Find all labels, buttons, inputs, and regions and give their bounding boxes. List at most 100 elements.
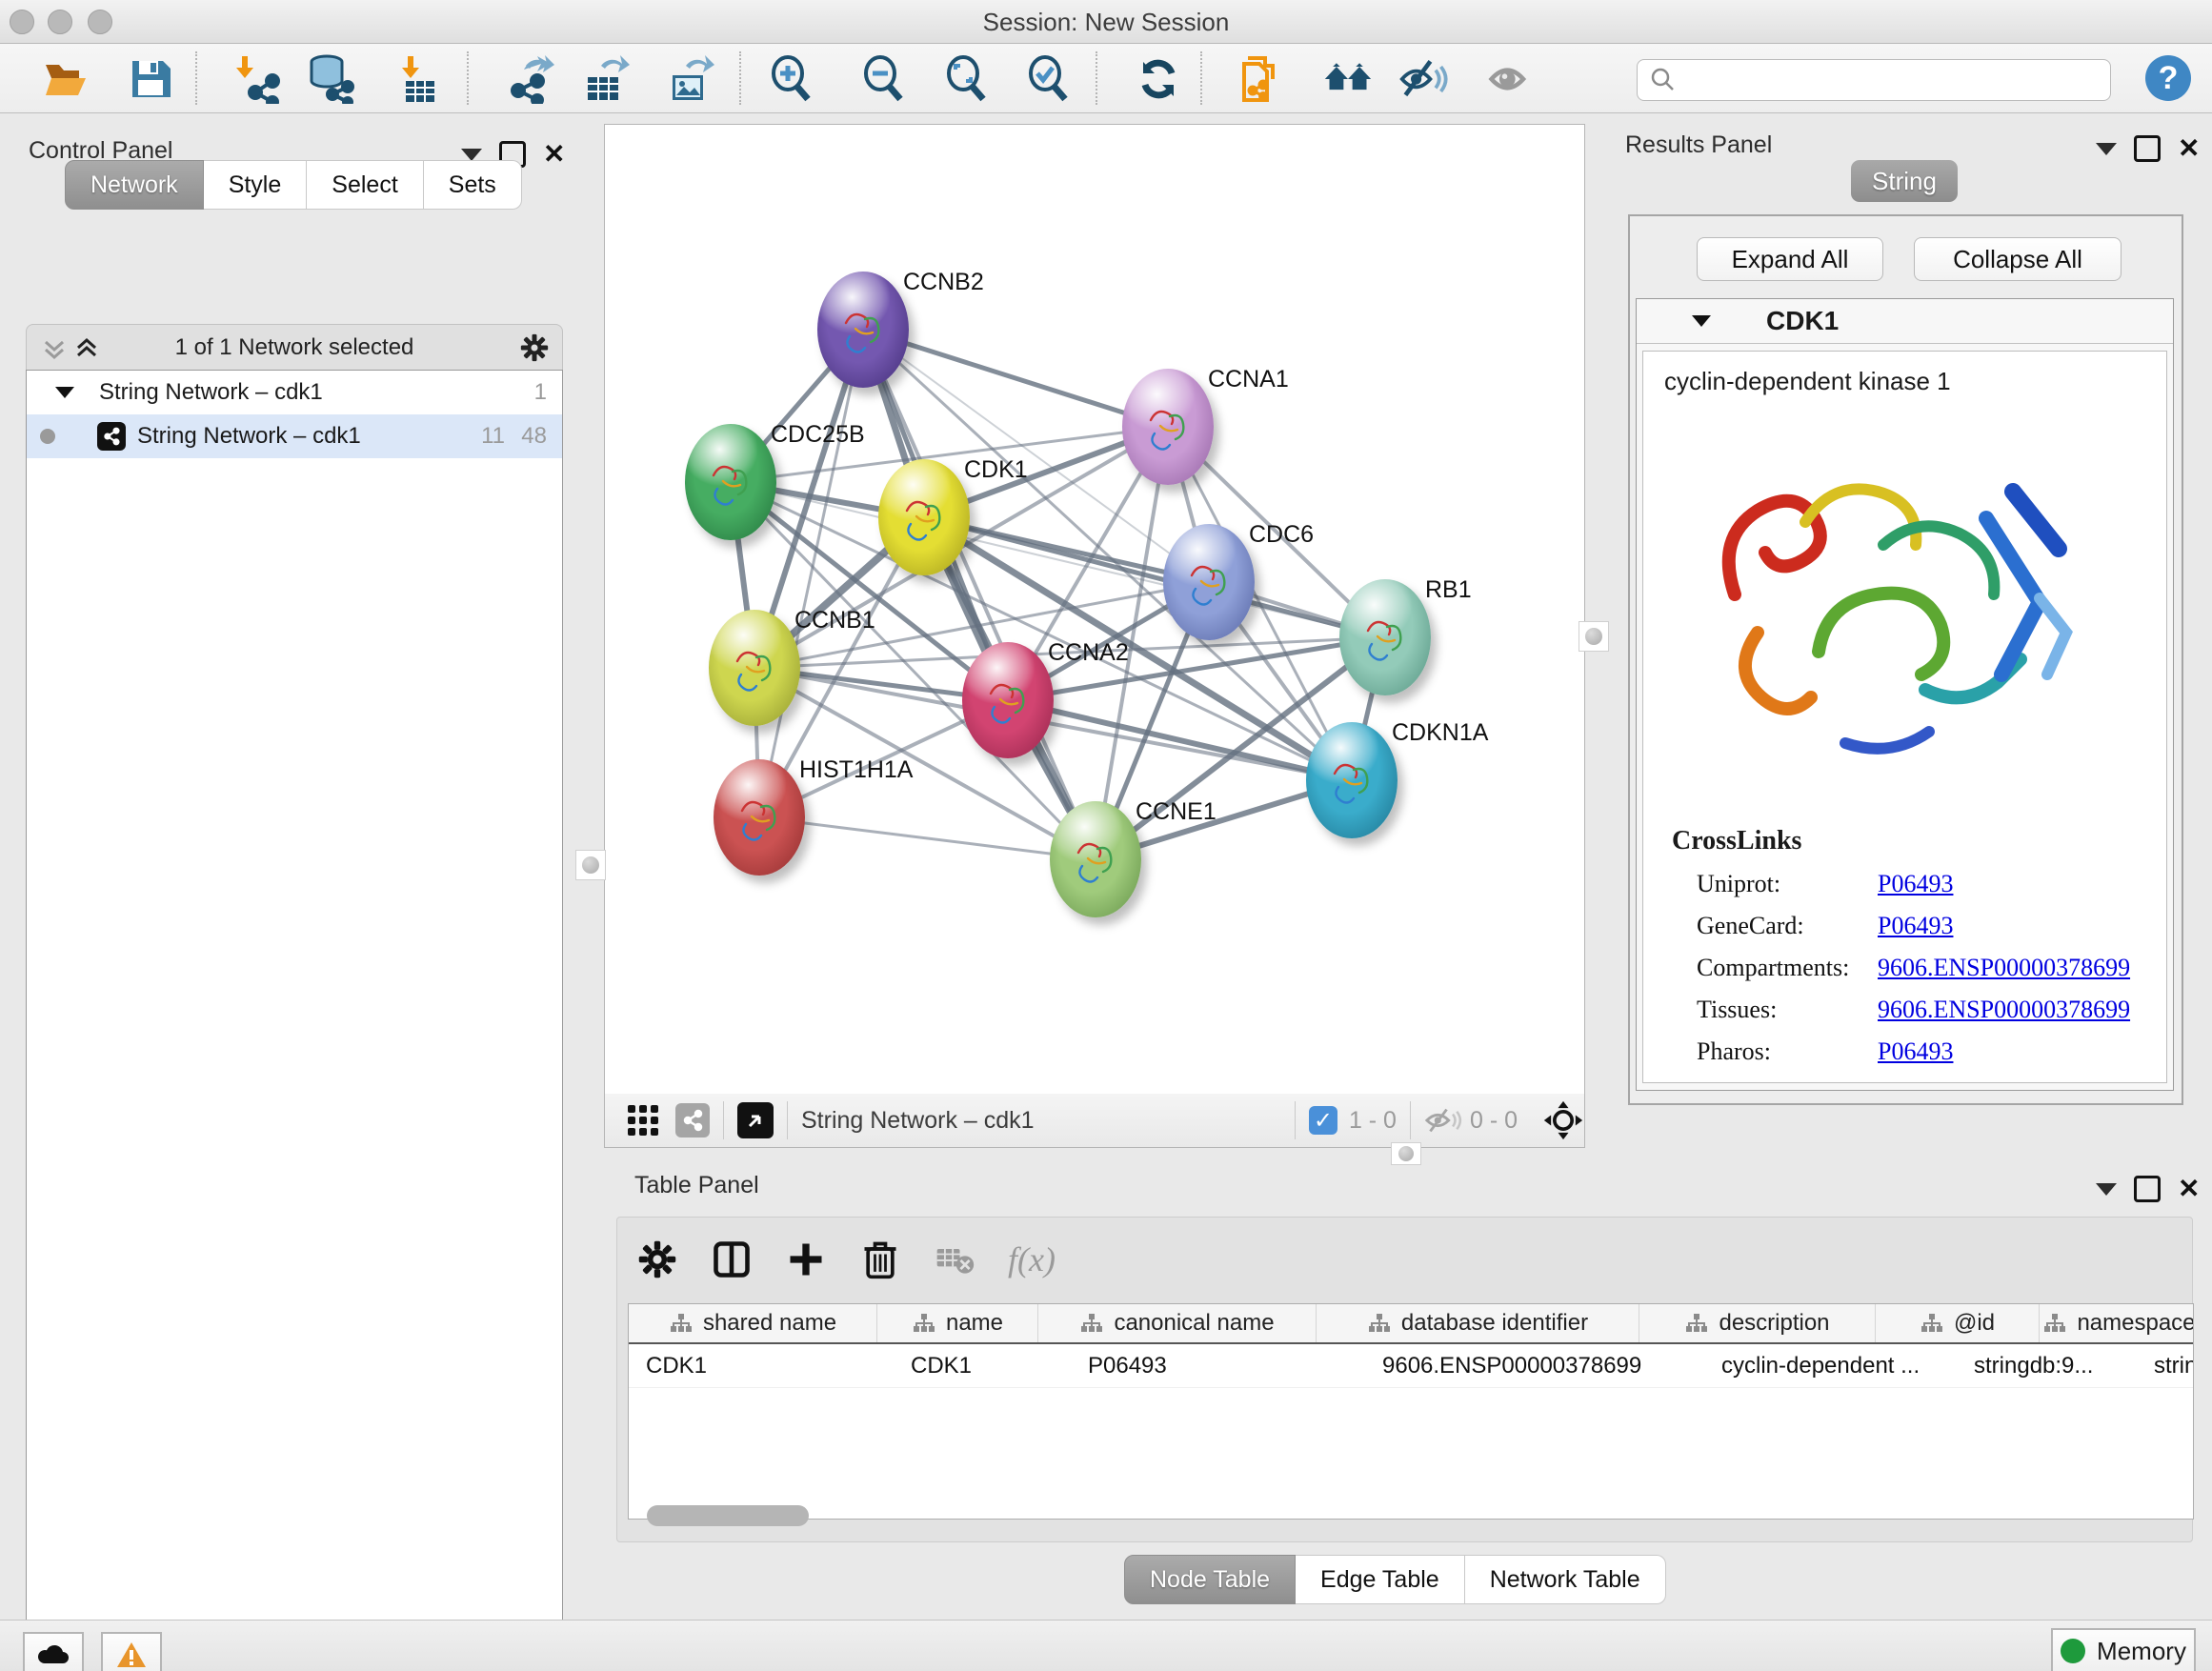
cloud-status-button[interactable] xyxy=(23,1632,84,1671)
collapse-all-button[interactable]: Collapse All xyxy=(1914,237,2122,281)
show-all-icon[interactable] xyxy=(1486,54,1536,104)
hide-selected-icon[interactable] xyxy=(1398,54,1448,104)
import-network-file-icon[interactable] xyxy=(232,54,282,104)
node-cdkn1a[interactable] xyxy=(1306,722,1398,838)
crosslink-value-link[interactable]: P06493 xyxy=(1878,1037,1953,1066)
node-ccna2[interactable] xyxy=(962,642,1054,758)
node-label-cdc6: CDC6 xyxy=(1249,521,1314,549)
string-import-icon[interactable] xyxy=(1238,54,1288,104)
column-header-database-identifier[interactable]: database identifier xyxy=(1317,1304,1639,1342)
node-cdk1[interactable] xyxy=(878,459,970,575)
delete-column-trash-icon[interactable] xyxy=(859,1238,901,1280)
tab-string[interactable]: String xyxy=(1851,160,1958,202)
search-field[interactable] xyxy=(1637,59,2111,101)
close-panel-icon[interactable]: ✕ xyxy=(543,144,565,165)
crosslinks-heading: CrossLinks xyxy=(1672,826,2166,856)
node-rb1[interactable] xyxy=(1339,579,1431,695)
search-input[interactable] xyxy=(1685,66,2110,94)
column-header-canonical-name[interactable]: canonical name xyxy=(1038,1304,1317,1342)
node-ccne1[interactable] xyxy=(1050,801,1141,917)
import-table-icon[interactable] xyxy=(391,54,440,104)
collapse-panel-icon[interactable] xyxy=(461,149,482,161)
open-session-icon[interactable] xyxy=(41,54,90,104)
table-cell: P06493 xyxy=(1071,1344,1365,1387)
tab-node-table[interactable]: Node Table xyxy=(1124,1555,1296,1604)
node-ccnb1[interactable] xyxy=(709,610,800,726)
export-image-icon[interactable] xyxy=(665,54,714,104)
fit-content-crosshair-icon[interactable] xyxy=(1542,1099,1584,1141)
delete-table-icon xyxy=(934,1238,975,1280)
float-panel-icon[interactable] xyxy=(2134,135,2161,162)
node-ccna1[interactable] xyxy=(1122,369,1214,485)
memory-button[interactable]: Memory xyxy=(2051,1628,2196,1671)
crosslink-value-link[interactable]: 9606.ENSP00000378699 xyxy=(1878,996,2130,1024)
column-header-namespace[interactable]: namespace xyxy=(2040,1304,2194,1342)
node-ccnb2[interactable] xyxy=(817,272,909,388)
node-hist1h1a[interactable] xyxy=(714,759,805,876)
tab-network[interactable]: Network xyxy=(65,160,204,210)
node-table[interactable]: shared namenamecanonical namedatabase id… xyxy=(628,1303,2194,1520)
network-collection-row[interactable]: String Network – cdk1 1 xyxy=(27,371,562,414)
tab-sets[interactable]: Sets xyxy=(424,160,522,210)
table-options-gear-icon[interactable] xyxy=(636,1238,678,1280)
scrollbar-thumb[interactable] xyxy=(647,1505,809,1526)
crosslink-value-link[interactable]: P06493 xyxy=(1878,912,1953,940)
table-cell: stringdb xyxy=(2137,1344,2194,1387)
node-cdc6[interactable] xyxy=(1163,524,1255,640)
collection-name: String Network – cdk1 xyxy=(99,379,323,406)
collection-expander-icon[interactable] xyxy=(55,387,74,398)
collapse-panel-icon[interactable] xyxy=(2096,1183,2117,1196)
tab-select[interactable]: Select xyxy=(307,160,423,210)
zoom-selected-icon[interactable] xyxy=(1024,54,1074,104)
node-cdc25b[interactable] xyxy=(685,424,776,540)
node-label-hist1h1a: HIST1H1A xyxy=(799,756,913,784)
selected-checkbox-icon[interactable]: ✓ xyxy=(1309,1106,1337,1135)
left-splitter-handle[interactable] xyxy=(575,850,606,880)
network-node-count: 11 xyxy=(481,423,505,450)
close-panel-icon[interactable]: ✕ xyxy=(2178,1178,2200,1199)
network-canvas[interactable]: CCNB2CCNA1CDC25BCDK1CDC6RB1CCNB1CCNA2CDK… xyxy=(604,124,1585,1096)
export-table-icon[interactable] xyxy=(580,54,630,104)
toolbar-separator xyxy=(467,51,469,105)
tab-network-table[interactable]: Network Table xyxy=(1465,1555,1666,1604)
column-header-shared-name[interactable]: shared name xyxy=(629,1304,877,1342)
warnings-button[interactable] xyxy=(101,1632,162,1671)
zoom-in-icon[interactable] xyxy=(767,54,816,104)
column-header-name[interactable]: name xyxy=(877,1304,1038,1342)
column-header--id[interactable]: @id xyxy=(1876,1304,2040,1342)
refresh-view-icon[interactable] xyxy=(1134,54,1183,104)
show-columns-icon[interactable] xyxy=(711,1238,753,1280)
close-panel-icon[interactable]: ✕ xyxy=(2178,138,2200,159)
network-selection-status: 1 of 1 Network selected xyxy=(27,334,562,361)
tab-style[interactable]: Style xyxy=(204,160,308,210)
bottom-splitter-handle[interactable] xyxy=(1391,1142,1421,1165)
save-session-icon[interactable] xyxy=(126,54,175,104)
zoom-fit-icon[interactable] xyxy=(942,54,992,104)
right-splitter-handle[interactable] xyxy=(1579,621,1609,652)
gene-expander-icon[interactable] xyxy=(1692,315,1711,327)
float-panel-icon[interactable] xyxy=(2134,1176,2161,1202)
table-cell: CDK1 xyxy=(894,1344,1071,1387)
crosslink-value-link[interactable]: P06493 xyxy=(1878,870,1953,898)
genemania-import-icon[interactable] xyxy=(1323,54,1373,104)
export-network-icon[interactable] xyxy=(505,54,554,104)
help-button[interactable]: ? xyxy=(2145,55,2191,101)
table-type-tabs: Node TableEdge TableNetwork Table xyxy=(1124,1555,1666,1604)
import-network-database-icon[interactable] xyxy=(306,54,355,104)
table-row[interactable]: CDK1CDK1P064939606.ENSP00000378699cyclin… xyxy=(629,1344,2193,1388)
birdseye-grid-icon[interactable] xyxy=(626,1103,660,1137)
collapse-panel-icon[interactable] xyxy=(2096,143,2117,155)
expand-all-button[interactable]: Expand All xyxy=(1697,237,1883,281)
string-view-icon[interactable] xyxy=(675,1103,710,1137)
network-name: String Network – cdk1 xyxy=(137,423,361,450)
zoom-out-icon[interactable] xyxy=(859,54,909,104)
control-panel-tabs: NetworkStyleSelectSets xyxy=(65,160,522,210)
open-in-window-icon[interactable] xyxy=(737,1102,774,1138)
hidden-eye-icon xyxy=(1424,1105,1462,1136)
network-options-gear-icon[interactable] xyxy=(518,332,551,364)
column-header-description[interactable]: description xyxy=(1639,1304,1876,1342)
create-column-plus-icon[interactable] xyxy=(785,1238,827,1280)
crosslink-value-link[interactable]: 9606.ENSP00000378699 xyxy=(1878,954,2130,982)
tab-edge-table[interactable]: Edge Table xyxy=(1296,1555,1465,1604)
network-row-selected[interactable]: String Network – cdk1 11 48 xyxy=(27,414,562,458)
